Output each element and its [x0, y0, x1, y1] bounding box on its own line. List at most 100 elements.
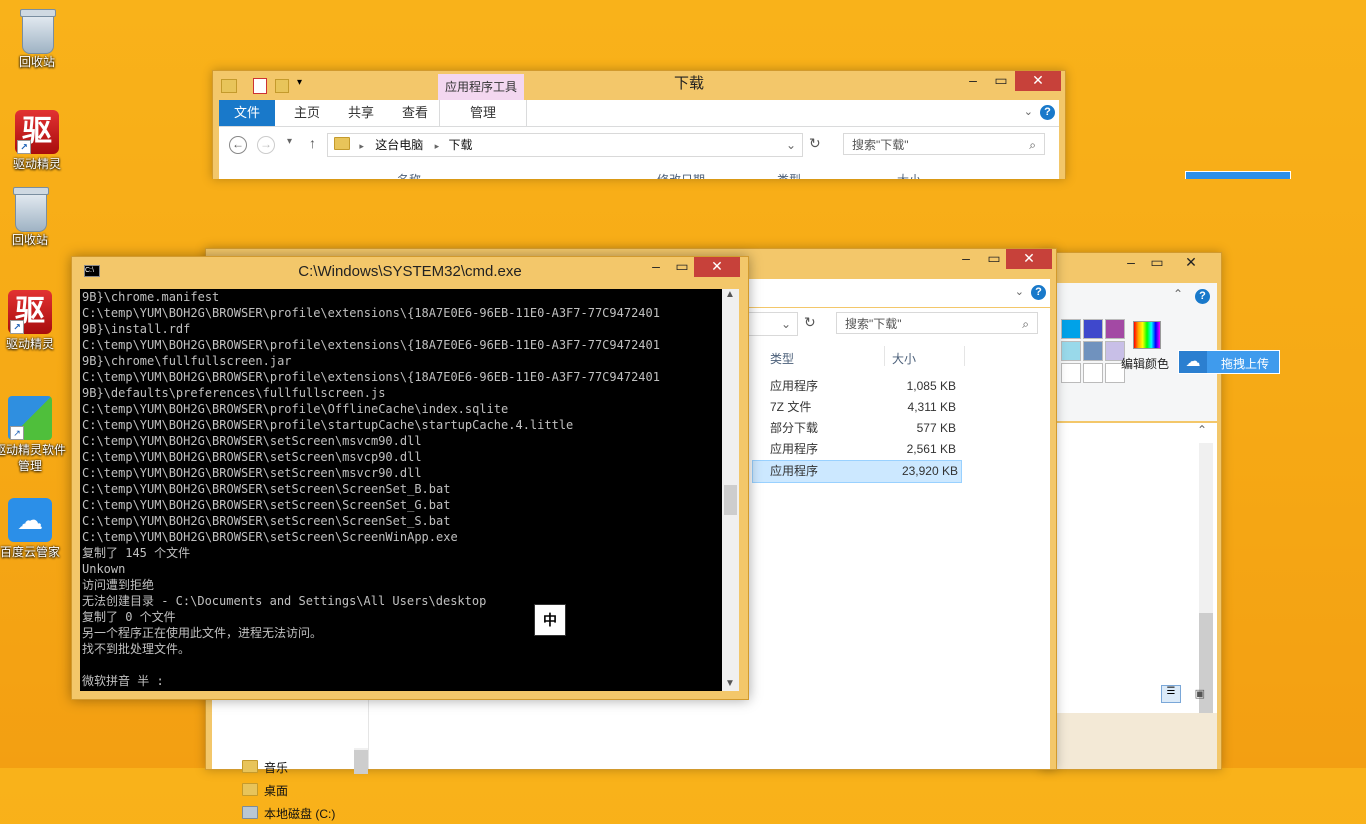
color-swatch[interactable]	[1105, 319, 1125, 339]
refresh-icon[interactable]: ↻	[809, 135, 821, 152]
column-header-date[interactable]: 修改日期	[657, 171, 705, 179]
chevron-down-icon[interactable]: ⌄	[781, 313, 791, 335]
refresh-icon[interactable]: ↻	[804, 314, 816, 331]
console-line: 另一个程序正在使用此文件，进程无法访问。	[82, 626, 323, 640]
desktop-icon-baidu-cloud[interactable]: ☁ 百度云管家	[0, 498, 66, 560]
search-input[interactable]: 搜索"下载" ⌕	[843, 133, 1045, 155]
console-output[interactable]: 9B}\chrome.manifest C:\temp\YUM\BOH2G\BRO…	[80, 289, 722, 691]
ime-mode-indicator[interactable]: 中	[534, 604, 566, 636]
breadcrumb-this-pc[interactable]: 这台电脑	[375, 138, 423, 152]
chevron-down-icon[interactable]: ▾	[297, 77, 302, 88]
tab-share[interactable]: 共享	[337, 100, 385, 126]
minimize-button[interactable]: –	[959, 71, 987, 91]
minimize-button[interactable]: –	[642, 257, 670, 277]
scroll-down-icon[interactable]: ▼	[725, 678, 735, 689]
close-button[interactable]: ✕	[1169, 253, 1213, 273]
driver-genius-icon: 驱 ↗	[8, 290, 52, 334]
tab-manage[interactable]: 管理	[439, 100, 527, 126]
close-button[interactable]: ✕	[694, 257, 740, 277]
folder-icon[interactable]	[221, 79, 237, 93]
chevron-down-icon[interactable]: ⌄	[1024, 105, 1033, 118]
color-swatch[interactable]	[1083, 341, 1103, 361]
console-scrollbar[interactable]: ▲ ▼	[722, 289, 739, 691]
color-swatch[interactable]	[1083, 363, 1103, 383]
maximize-button[interactable]: ▭	[980, 249, 1008, 269]
minimize-button[interactable]: –	[952, 249, 980, 269]
color-swatch[interactable]	[1083, 319, 1103, 339]
nav-scrollbar-thumb[interactable]	[354, 750, 368, 774]
properties-icon[interactable]	[253, 78, 267, 94]
address-bar[interactable]: ▸ 这台电脑 ▸ 下载 ⌄	[327, 133, 803, 157]
window-title: C:\Windows\SYSTEM32\cmd.exe	[298, 263, 522, 280]
column-header-size[interactable]: 大小	[897, 171, 921, 179]
minimize-button[interactable]: –	[1117, 253, 1145, 273]
scrollbar-thumb[interactable]	[724, 485, 737, 515]
search-input[interactable]: 搜索"下载" ⌕	[836, 312, 1038, 334]
color-swatch[interactable]	[1061, 363, 1081, 383]
nav-item-desktop[interactable]: 桌面	[242, 781, 288, 801]
breadcrumb-separator-icon: ▸	[359, 141, 364, 151]
tab-view[interactable]: 查看	[391, 100, 439, 126]
nav-label: 音乐	[264, 761, 289, 775]
details-view-icon[interactable]: ☰	[1161, 685, 1181, 703]
console-line: C:\temp\YUM\BOH2G\BROWSER\profile\startu…	[82, 418, 574, 432]
file-row[interactable]: 应用程序 2,561 KB	[752, 439, 960, 460]
maximize-button[interactable]: ▭	[987, 71, 1015, 91]
column-header-name[interactable]: 名称	[397, 171, 421, 179]
file-row[interactable]: 应用程序 1,085 KB	[752, 376, 960, 397]
color-swatch[interactable]	[1061, 319, 1081, 339]
tab-home[interactable]: 主页	[283, 100, 331, 126]
chevron-up-icon[interactable]: ⌃	[1173, 287, 1183, 301]
column-header-size[interactable]: 大小	[892, 350, 916, 367]
maximize-button[interactable]: ▭	[668, 257, 696, 277]
thumbnail-view-icon[interactable]: ▣	[1195, 687, 1205, 700]
file-type: 应用程序	[770, 464, 819, 478]
scroll-up-icon[interactable]: ⌃	[1197, 423, 1207, 437]
file-row-selected[interactable]: 应用程序 23,920 KB	[752, 460, 962, 483]
close-button[interactable]: ✕	[1015, 71, 1061, 91]
file-size: 1,085 KB	[906, 379, 956, 393]
console-line: 复制了 145 个文件	[82, 546, 191, 560]
file-row[interactable]: 部分下载 577 KB	[752, 418, 960, 439]
chevron-down-icon[interactable]: ⌄	[786, 134, 796, 156]
edit-colors-icon[interactable]	[1133, 321, 1161, 349]
column-divider	[884, 346, 885, 366]
column-header-type[interactable]: 类型	[777, 171, 801, 179]
chevron-down-icon[interactable]: ⌄	[1015, 285, 1024, 298]
close-button[interactable]: ✕	[1006, 249, 1052, 269]
desktop-icon-driver-manager[interactable]: ↗ 驱动精灵软件管理	[0, 396, 66, 474]
recent-locations-icon[interactable]: ▾	[287, 136, 292, 147]
upload-button[interactable]: ☁ 拖拽上传	[1178, 350, 1280, 374]
back-arrow-icon[interactable]: ←	[229, 136, 247, 154]
drive-icon	[242, 806, 258, 819]
nav-item-local-disk[interactable]: 本地磁盘 (C:)	[242, 804, 335, 824]
up-arrow-icon[interactable]: ↑	[309, 135, 316, 151]
desktop-icon-recycle-bin-2[interactable]: 回收站	[0, 186, 66, 248]
floating-panel-edge	[1185, 171, 1291, 179]
help-icon[interactable]: ?	[1040, 105, 1055, 120]
tab-file[interactable]: 文件	[219, 100, 275, 126]
nav-item-music[interactable]: 音乐	[242, 758, 288, 778]
driver-manager-icon: ↗	[8, 396, 52, 440]
upload-button-label: 拖拽上传	[1221, 357, 1270, 371]
maximize-button[interactable]: ▭	[1143, 253, 1171, 273]
color-swatch[interactable]	[1061, 341, 1081, 361]
console-line: 9B}\chrome.manifest	[82, 290, 220, 304]
edit-colors-label[interactable]: 编辑颜色	[1121, 355, 1169, 372]
file-row[interactable]: 7Z 文件 4,311 KB	[752, 397, 960, 418]
driver-genius-icon: 驱 ↗	[15, 110, 59, 154]
forward-arrow-icon[interactable]: →	[257, 136, 275, 154]
breadcrumb-downloads[interactable]: 下载	[448, 138, 472, 152]
baidu-cloud-icon: ☁	[8, 498, 52, 542]
desktop-icon-driver-genius-2[interactable]: 驱 ↗ 驱动精灵	[0, 290, 66, 352]
scroll-up-icon[interactable]: ▲	[725, 289, 735, 300]
console-line: C:\temp\YUM\BOH2G\BROWSER\profile\extens…	[82, 370, 660, 384]
desktop-icon-recycle-bin[interactable]: 回收站	[1, 8, 73, 70]
help-icon[interactable]: ?	[1195, 289, 1210, 304]
console-line: 9B}\defaults\preferences\fullfullscreen.…	[82, 386, 386, 400]
new-folder-icon[interactable]	[275, 79, 289, 93]
desktop-icon-driver-genius[interactable]: 驱 ↗ 驱动精灵	[1, 110, 73, 172]
column-header-type[interactable]: 类型	[770, 350, 794, 367]
console-line: C:\temp\YUM\BOH2G\BROWSER\setScreen\Scre…	[82, 498, 451, 512]
help-icon[interactable]: ?	[1031, 285, 1046, 300]
